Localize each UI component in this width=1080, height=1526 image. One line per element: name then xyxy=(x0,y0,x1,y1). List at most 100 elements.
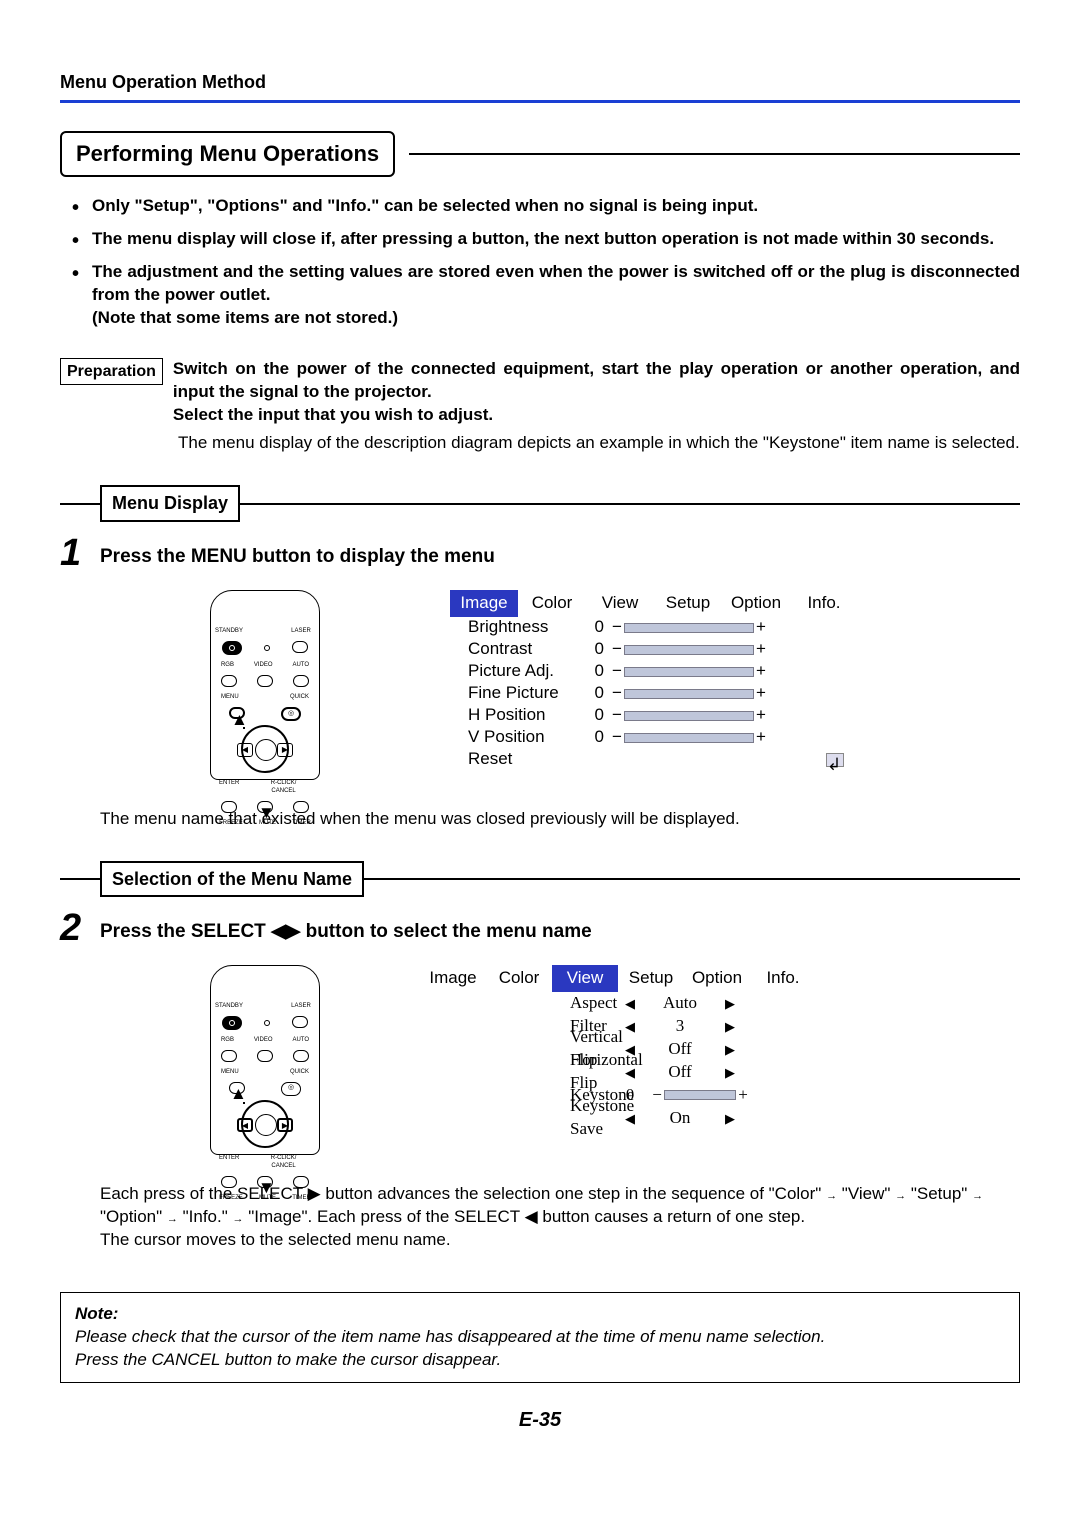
step-1: 1 Press the MENU button to display the m… xyxy=(60,534,1020,572)
menu-item-value: 0 xyxy=(580,638,610,661)
btn-label-menu: MENU xyxy=(211,693,265,701)
reset-icon: ↲ xyxy=(826,753,844,767)
step-2: 2 Press the SELECT ◀▶ button to select t… xyxy=(60,909,1020,947)
btn-label-video: VIDEO xyxy=(254,661,273,669)
btn-label-rgb: RGB xyxy=(221,1036,234,1044)
menu-item-label: Aspect xyxy=(420,992,610,1015)
quick-button-icon: ◎ xyxy=(281,707,301,721)
after-step2-text: Each press of the SELECT ▶ button advanc… xyxy=(100,1183,1020,1252)
rule xyxy=(60,878,100,880)
video-button-icon xyxy=(257,675,273,687)
plus-icon: + xyxy=(754,682,768,705)
text-fragment: "Option" xyxy=(100,1207,167,1226)
menu-item-label: Fine Picture xyxy=(450,682,580,705)
menu-item-row: Keystone SaveOn xyxy=(420,1107,816,1130)
preparation-row: Preparation Switch on the power of the c… xyxy=(60,358,1020,427)
arrow-icon: → xyxy=(895,1190,906,1202)
text-fragment: "Image". Each press of the SELECT xyxy=(244,1207,525,1226)
subsection-menu-display: Menu Display xyxy=(60,485,1020,521)
dpad-icon: ◀ ▶ xyxy=(241,1100,289,1148)
step-instruction: Press the SELECT ◀▶ button to select the… xyxy=(100,909,592,945)
slider-icon xyxy=(624,710,754,722)
menu-item-label: Brightness xyxy=(450,616,580,639)
menu-item-label: Reset xyxy=(450,748,580,771)
slider-icon xyxy=(624,622,754,634)
menu-tab-color: Color xyxy=(518,590,586,617)
section-title-box: Performing Menu Operations xyxy=(60,131,395,177)
plus-icon: + xyxy=(754,704,768,727)
minus-icon: − xyxy=(610,704,624,727)
menu-button-icon: ▲ xyxy=(229,1082,245,1094)
btn-label-enter: ENTER xyxy=(211,779,254,795)
auto-button-icon xyxy=(293,1050,309,1062)
rule xyxy=(240,503,1020,505)
btn-label-menu: MENU xyxy=(211,1068,265,1076)
text-fragment: button causes a return of one step. xyxy=(538,1207,805,1226)
cancel-button-icon xyxy=(293,1176,309,1188)
illustration-row-2: STANDBYLASER RGBVIDEOAUTO MENUQUICK ▲◎ ◀… xyxy=(210,965,1020,1155)
triangle-right-icon xyxy=(710,992,750,1015)
dpad-center-icon xyxy=(255,739,277,761)
note-line: Press the CANCEL button to make the curs… xyxy=(75,1349,1005,1372)
step-text-a: Press the SELECT xyxy=(100,921,271,942)
menu-item-reset: Reset ↲ xyxy=(450,749,858,771)
menu-tab-image: Image xyxy=(420,965,486,992)
menu-item-row: Horizontal FlipOff xyxy=(420,1061,816,1084)
bullet-list: Only "Setup", "Options" and "Info." can … xyxy=(72,195,1020,330)
plus-icon: + xyxy=(754,638,768,661)
menu-item-value: Auto xyxy=(650,992,710,1015)
menu-item-value: Off xyxy=(650,1038,710,1061)
indicator-icon xyxy=(264,1020,270,1026)
down-button-icon: ▼ xyxy=(257,801,273,813)
remote-control-diagram: STANDBYLASER RGBVIDEOAUTO MENUQUICK ▲◎ ◀… xyxy=(210,965,320,1155)
menu-item-row: Brightness0−+ xyxy=(450,617,858,639)
menu-item-row: H Position0−+ xyxy=(450,705,858,727)
note-line: Please check that the cursor of the item… xyxy=(75,1326,1005,1349)
arrow-icon: → xyxy=(972,1190,983,1202)
menu-item-value: 0 xyxy=(580,704,610,727)
dpad-left-icon: ◀ xyxy=(237,1118,253,1132)
triangle-right-icon xyxy=(710,1015,750,1038)
menu-tab-bar: Image Color View Setup Option Info. xyxy=(420,965,816,992)
plus-icon: + xyxy=(754,660,768,683)
step-number: 1 xyxy=(60,534,100,572)
plus-icon: + xyxy=(754,726,768,749)
minus-icon: − xyxy=(610,660,624,683)
video-button-icon xyxy=(257,1050,273,1062)
menu-item-label: Keystone Save xyxy=(420,1095,610,1141)
triangle-left-icon: ◀ xyxy=(525,1207,538,1226)
down-button-icon: ▼ xyxy=(257,1176,273,1188)
btn-label-video: VIDEO xyxy=(254,1036,273,1044)
menu-tab-info: Info. xyxy=(790,590,858,617)
menu-tab-bar: Image Color View Setup Option Info. xyxy=(450,590,858,617)
preparation-text: Switch on the power of the connected equ… xyxy=(173,358,1020,427)
menu-items: AspectAuto Filter3 Vertical FlipOff Hori… xyxy=(420,992,816,1130)
subsection-selection-menu-name: Selection of the Menu Name xyxy=(60,861,1020,897)
menu-button-icon: ▲ xyxy=(229,707,245,719)
text-fragment: The cursor moves to the selected menu na… xyxy=(100,1230,451,1249)
laser-button-icon xyxy=(292,641,308,653)
menu-screenshot-image: Image Color View Setup Option Info. Brig… xyxy=(450,590,858,771)
arrow-icon: → xyxy=(167,1213,178,1225)
slider-icon xyxy=(624,666,754,678)
bullet-sub-note: (Note that some items are not stored.) xyxy=(92,308,398,327)
btn-label-laser: LASER xyxy=(283,1002,319,1010)
menu-item-value: 0 xyxy=(580,682,610,705)
menu-item-value: On xyxy=(650,1107,710,1130)
note-box: Note: Please check that the cursor of th… xyxy=(60,1292,1020,1383)
quick-button-icon: ◎ xyxy=(281,1082,301,1096)
triangle-right-icon: ▶ xyxy=(286,921,301,942)
step-number: 2 xyxy=(60,909,100,947)
section-heading: Performing Menu Operations xyxy=(60,131,1020,177)
btn-label-rclick: R-CLICK/ xyxy=(254,1154,313,1162)
menu-item-value: 0 xyxy=(580,726,610,749)
triangle-left-icon xyxy=(610,1061,650,1084)
text-fragment: "View" xyxy=(837,1184,895,1203)
menu-tab-view: View xyxy=(552,965,618,992)
menu-tab-option: Option xyxy=(684,965,750,992)
minus-icon: − xyxy=(610,616,624,639)
triangle-right-icon xyxy=(710,1061,750,1084)
subsection-title: Menu Display xyxy=(100,485,240,521)
plus-icon: + xyxy=(736,1084,750,1107)
minus-icon: − xyxy=(610,726,624,749)
